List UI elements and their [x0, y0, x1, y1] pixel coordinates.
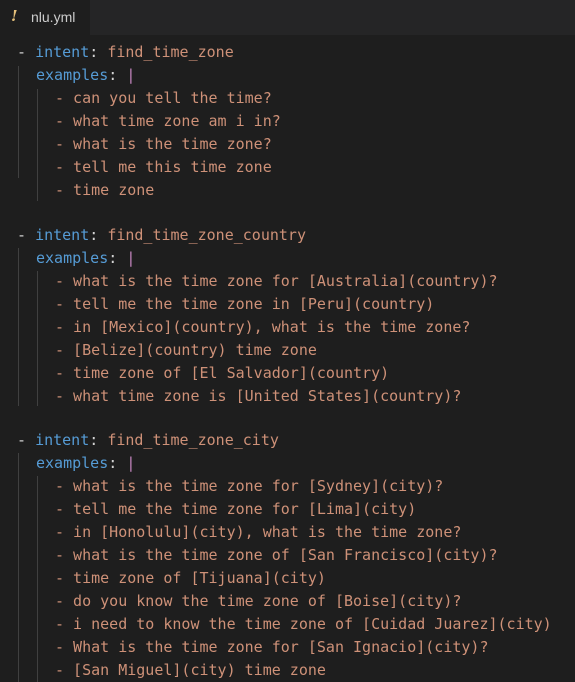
indent-guide — [37, 89, 38, 201]
examples-key: examples — [36, 249, 109, 267]
example-line: - what is the time zone? — [55, 135, 272, 153]
intent-line: - intent: find_time_zone_country — [17, 226, 306, 244]
example-line: - do you know the time zone of [Boise](c… — [55, 592, 462, 610]
example-line: - What is the time zone for [San Ignacio… — [55, 638, 489, 656]
list-dash: - — [17, 43, 27, 61]
intent-value: find_time_zone_country — [107, 226, 306, 244]
intent-key: intent — [35, 431, 90, 449]
tab-filename: nlu.yml — [31, 9, 76, 25]
indent-guide — [37, 476, 38, 682]
intent-line: - intent: find_time_zone_city — [17, 431, 279, 449]
example-line: - time zone of [Tijuana](city) — [55, 569, 326, 587]
example-line: - what is the time zone for [Sydney](cit… — [55, 477, 444, 495]
indent-guide — [18, 453, 19, 682]
example-line: - tell me the time zone in [Peru](countr… — [55, 295, 435, 313]
example-line: - what time zone am i in? — [55, 112, 281, 130]
indent-guide — [18, 248, 19, 406]
intent-value: find_time_zone — [107, 43, 234, 61]
example-line: - what is the time zone for [Australia](… — [55, 272, 498, 290]
yaml-exclamation-icon: ! — [11, 7, 18, 25]
example-line: - time zone of [El Salvador](country) — [55, 364, 390, 382]
example-line: - i need to know the time zone of [Cuida… — [55, 615, 552, 633]
indent-guide — [18, 66, 19, 178]
intent-line: - intent: find_time_zone — [17, 43, 234, 61]
examples-key: examples — [36, 454, 109, 472]
intent-value: find_time_zone_city — [107, 431, 279, 449]
block-scalar-pipe: | — [126, 454, 136, 472]
example-line: - tell me this time zone — [55, 158, 272, 176]
tab-bar: ! nlu.yml — [0, 0, 575, 36]
list-dash: - — [17, 226, 27, 244]
example-line: - in [Honolulu](city), what is the time … — [55, 523, 462, 541]
example-line: - what is the time zone of [San Francisc… — [55, 546, 498, 564]
code-editor[interactable]: - intent: find_time_zone examples: | - c… — [0, 36, 575, 682]
examples-line: examples: | — [36, 249, 136, 267]
example-line: - tell me the time zone for [Lima](city) — [55, 500, 417, 518]
examples-line: examples: | — [36, 66, 136, 84]
example-line: - [San Miguel](city) time zone — [55, 661, 326, 679]
block-scalar-pipe: | — [126, 66, 136, 84]
example-line: - what time zone is [United States](coun… — [55, 387, 462, 405]
block-scalar-pipe: | — [126, 249, 136, 267]
examples-line: examples: | — [36, 454, 136, 472]
intent-key: intent — [35, 226, 90, 244]
tab-nlu-yml[interactable]: ! nlu.yml — [0, 0, 90, 35]
indent-guide — [37, 271, 38, 406]
example-line: - can you tell the time? — [55, 89, 272, 107]
examples-key: examples — [36, 66, 109, 84]
example-line: - [Belize](country) time zone — [55, 341, 317, 359]
example-line: - in [Mexico](country), what is the time… — [55, 318, 471, 336]
example-line: - time zone — [55, 181, 155, 199]
intent-key: intent — [35, 43, 90, 61]
list-dash: - — [17, 431, 27, 449]
